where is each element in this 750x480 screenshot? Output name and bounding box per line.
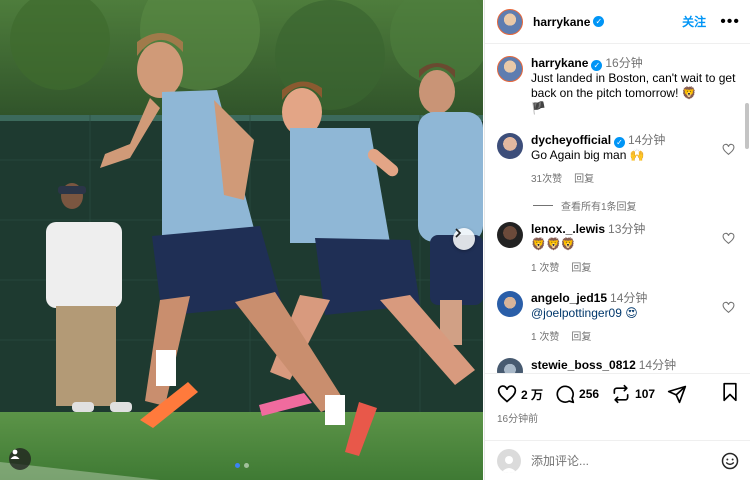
- emoji-icon: [721, 452, 739, 469]
- commenter-avatar[interactable]: [497, 291, 523, 317]
- emoji-button[interactable]: [721, 452, 739, 470]
- caption-author-avatar[interactable]: [497, 56, 523, 82]
- verified-icon: ✓: [593, 16, 605, 27]
- share-icon: [613, 384, 629, 404]
- author-avatar[interactable]: [497, 8, 523, 35]
- commenter-username[interactable]: lenox._.lewis: [531, 222, 605, 236]
- reply-button[interactable]: 回复: [574, 172, 594, 187]
- send-icon: [667, 385, 687, 404]
- bookmark-icon: [723, 382, 737, 401]
- caption-time: 16分钟: [605, 56, 643, 70]
- share-count: 107: [635, 387, 656, 401]
- comment-likes[interactable]: 1 次赞: [531, 261, 559, 276]
- reply-button[interactable]: 回复: [571, 261, 591, 276]
- heart-icon: [497, 385, 517, 403]
- comments-list[interactable]: harrykane ✓ 16分钟 Just landed in Boston, ca…: [485, 45, 750, 373]
- post-timestamp: 16分钟前: [497, 414, 539, 425]
- author-username[interactable]: harrykane: [533, 15, 590, 29]
- carousel-indicator: [0, 463, 483, 468]
- user-icon: [10, 449, 20, 459]
- comment-count: 256: [579, 387, 600, 401]
- chevron-right-icon: [455, 228, 462, 238]
- comment-time: 14分钟: [628, 133, 666, 147]
- comment-likes[interactable]: 31次赞: [531, 172, 562, 187]
- user-icon: [501, 455, 517, 473]
- comment-icon: [556, 385, 575, 404]
- commenter-avatar[interactable]: [497, 358, 523, 373]
- verified-icon: ✓: [591, 60, 603, 71]
- post-details-panel: harrykane ✓ 关注 ••• harrykane ✓ 16分钟 Just l…: [484, 0, 750, 480]
- scrollbar[interactable]: [745, 103, 749, 149]
- more-icon[interactable]: •••: [720, 13, 740, 29]
- commenter-avatar[interactable]: [497, 222, 523, 248]
- training-photo-illustration: [0, 0, 483, 480]
- commenter-avatar[interactable]: [497, 133, 523, 159]
- comment-time: 14分钟: [638, 358, 677, 372]
- post-photo[interactable]: [0, 0, 483, 480]
- follow-button[interactable]: 关注: [682, 13, 706, 30]
- comment-item: stewie_boss_0812 14分钟: [497, 358, 737, 373]
- like-count: 2 万: [521, 387, 544, 402]
- comment-time: 14分钟: [610, 291, 648, 305]
- view-replies-button[interactable]: 查看所有1条回复: [533, 198, 637, 213]
- carousel-next-button[interactable]: [453, 228, 475, 250]
- carousel-dot: [243, 463, 249, 468]
- view-replies-label: 查看所有1条回复: [561, 202, 637, 213]
- comment-input[interactable]: [531, 453, 721, 468]
- comment-text: 🦁🦁🦁: [531, 237, 576, 251]
- send-button[interactable]: [667, 384, 687, 404]
- comment-likes[interactable]: 1 次赞: [531, 330, 559, 345]
- caption-flag: 🏴: [531, 101, 546, 115]
- commenter-username[interactable]: stewie_boss_0812: [531, 358, 636, 372]
- commenter-username[interactable]: dycheyofficial: [531, 133, 611, 147]
- comment-time: 13分钟: [608, 222, 646, 236]
- caption-author-username[interactable]: harrykane: [531, 56, 588, 70]
- bookmark-button[interactable]: [721, 382, 739, 407]
- caption: harrykane ✓ 16分钟 Just landed in Boston, ca…: [497, 56, 737, 116]
- carousel-dot: [234, 463, 240, 468]
- heart-icon[interactable]: [722, 143, 735, 156]
- commenter-username[interactable]: angelo_jed15: [531, 291, 607, 305]
- heart-icon[interactable]: [722, 301, 735, 314]
- comment-text: Go Again big man 🙌: [531, 148, 645, 162]
- comment-item: dycheyofficial ✓ 14分钟 Go Again big man 🙌 3…: [497, 133, 737, 187]
- current-user-avatar: [497, 448, 521, 473]
- post-header: harrykane ✓ 关注 •••: [485, 0, 750, 44]
- caption-text: Just landed in Boston, can't wait to get…: [531, 71, 736, 100]
- share-button[interactable]: 107: [611, 384, 655, 404]
- heart-icon[interactable]: [722, 232, 735, 245]
- comment-item: lenox._.lewis 13分钟 🦁🦁🦁 1 次赞 回复: [497, 222, 737, 276]
- comment-text[interactable]: @joelpottinger09 😍: [531, 306, 638, 320]
- like-button[interactable]: 2 万: [497, 384, 543, 404]
- reply-button[interactable]: 回复: [571, 330, 591, 345]
- verified-icon: ✓: [614, 137, 626, 148]
- comment-button[interactable]: 256: [555, 384, 599, 404]
- comment-item: angelo_jed15 14分钟 @joelpottinger09 😍 1 次赞…: [497, 291, 737, 345]
- comment-composer: [485, 440, 750, 480]
- post-actions: 2 万 256 107 16分钟前: [485, 373, 750, 433]
